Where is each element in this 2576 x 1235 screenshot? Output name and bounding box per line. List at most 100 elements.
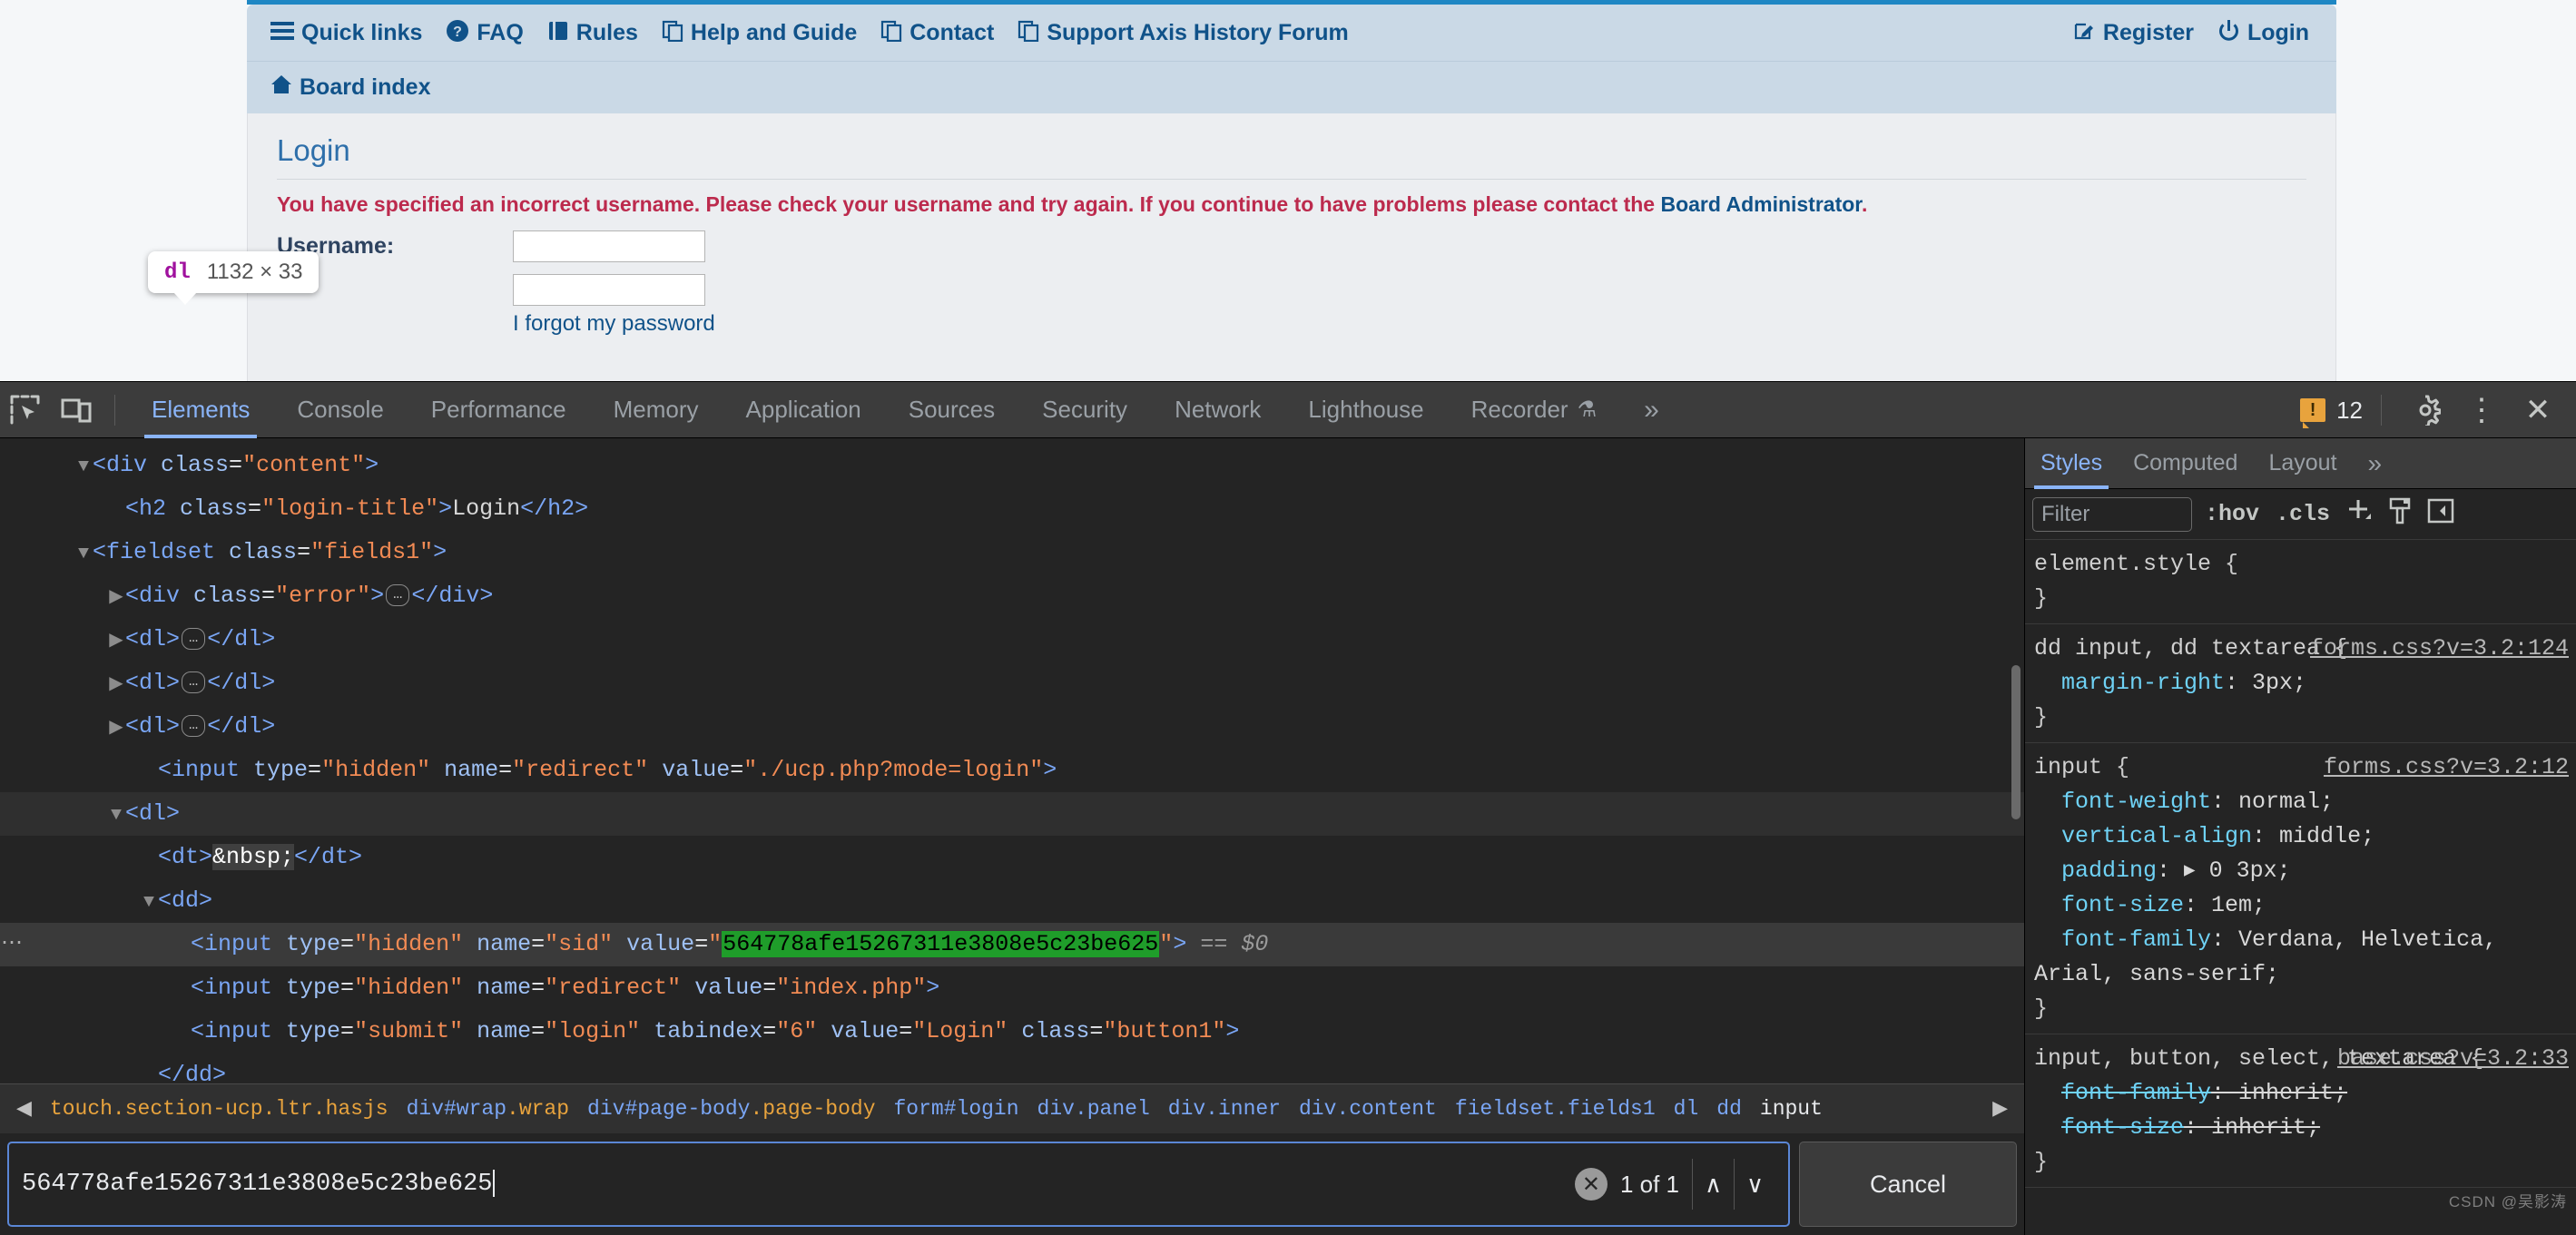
breadcrumb-item[interactable]: dd: [1707, 1097, 1751, 1121]
css-property[interactable]: font-weight: [2034, 789, 2211, 815]
password-input[interactable]: [513, 273, 705, 306]
nav-help-and-guide[interactable]: Help and Guide: [662, 20, 857, 46]
hov-toggle[interactable]: :hov: [2201, 501, 2263, 527]
breadcrumb-item[interactable]: div#wrap.wrap: [398, 1097, 578, 1121]
css-declaration[interactable]: font-family: inherit;: [2034, 1076, 2567, 1111]
dom-node-row[interactable]: ▶<dl>… </dl>: [0, 618, 2024, 662]
tab-memory[interactable]: Memory: [590, 382, 723, 438]
css-value[interactable]: : 3px;: [2225, 670, 2306, 696]
nav-quick-links[interactable]: Quick links: [270, 20, 422, 46]
breadcrumb-item[interactable]: fieldset.fields1: [1446, 1097, 1665, 1121]
dom-node-row[interactable]: <input type="hidden" name="redirect" val…: [0, 749, 2024, 792]
forgot-password-link[interactable]: I forgot my password: [277, 311, 2306, 337]
css-selector[interactable]: dd input, dd textarea: [2034, 635, 2320, 662]
tab-security[interactable]: Security: [1018, 382, 1151, 438]
twisty-icon[interactable]: ▶: [107, 576, 125, 620]
css-rule[interactable]: base.css?v=3.2:33 input, button, select, …: [2025, 1034, 2576, 1188]
kebab-menu-icon[interactable]: ⋮: [2456, 389, 2507, 431]
css-declaration[interactable]: font-weight: normal;: [2034, 785, 2567, 819]
breadcrumb-item[interactable]: dl: [1665, 1097, 1708, 1121]
nav-support-axis-history-forum[interactable]: Support Axis History Forum: [1018, 20, 1349, 46]
styles-tab-layout[interactable]: Layout: [2253, 438, 2352, 489]
tab-lighthouse[interactable]: Lighthouse: [1284, 382, 1447, 438]
styles-filter-input[interactable]: Filter: [2032, 496, 2192, 532]
dom-node-row[interactable]: <input type="submit" name="login" tabind…: [0, 1010, 2024, 1054]
css-selector[interactable]: input: [2034, 754, 2102, 780]
css-declaration[interactable]: vertical-align: middle;: [2034, 819, 2567, 854]
css-value[interactable]: : ▸ 0 3px;: [2157, 858, 2291, 884]
css-value[interactable]: : normal;: [2211, 789, 2334, 815]
breadcrumb-scroll-right[interactable]: ▶: [1983, 1097, 2017, 1121]
styles-tab-computed[interactable]: Computed: [2118, 438, 2253, 489]
search-prev-icon[interactable]: ∧: [1692, 1159, 1734, 1210]
css-declaration[interactable]: font-size: inherit;: [2034, 1111, 2567, 1145]
dom-node-row[interactable]: ⋯ <input type="hidden" name="sid" value="…: [0, 923, 2024, 966]
css-rule-source[interactable]: base.css?v=3.2:33: [2337, 1042, 2569, 1076]
twisty-icon[interactable]: ▼: [140, 881, 158, 925]
username-input[interactable]: [513, 230, 705, 262]
breadcrumb-item[interactable]: div.panel: [1028, 1097, 1159, 1121]
breadcrumb-scroll-left[interactable]: ◀: [7, 1097, 41, 1121]
tab-sources[interactable]: Sources: [885, 382, 1018, 438]
css-rule-source[interactable]: forms.css?v=3.2:12: [2324, 750, 2569, 785]
inspect-element-icon[interactable]: [0, 389, 51, 431]
gear-icon[interactable]: [2400, 389, 2451, 431]
css-rule[interactable]: element.style {}: [2025, 540, 2576, 624]
computed-styles-brush-icon[interactable]: [2384, 497, 2415, 531]
dom-node-row[interactable]: <input type="hidden" name="redirect" val…: [0, 966, 2024, 1010]
nav-faq[interactable]: ? FAQ: [446, 19, 524, 47]
cancel-button[interactable]: Cancel: [1799, 1142, 2017, 1227]
css-property[interactable]: font-family: [2034, 926, 2211, 953]
nav-register[interactable]: Register: [2073, 19, 2194, 46]
css-value[interactable]: : 1em;: [2184, 892, 2266, 918]
tab-performance[interactable]: Performance: [408, 382, 590, 438]
twisty-icon[interactable]: ▶: [107, 620, 125, 663]
cls-toggle[interactable]: .cls: [2272, 501, 2334, 527]
breadcrumb-item[interactable]: div.content: [1290, 1097, 1446, 1121]
search-input[interactable]: 564778afe15267311e3808e5c23be625 ✕ 1 of …: [7, 1142, 1790, 1227]
dom-node-row[interactable]: <dt>&nbsp;</dt>: [0, 836, 2024, 879]
dom-scrollbar[interactable]: [2011, 665, 2020, 819]
dom-node-row[interactable]: ▶<dl>… </dl>: [0, 662, 2024, 705]
css-declaration[interactable]: font-size: 1em;: [2034, 888, 2567, 923]
css-value[interactable]: : inherit;: [2184, 1114, 2320, 1141]
nav-contact[interactable]: Contact: [880, 20, 994, 46]
css-selector[interactable]: element.style: [2034, 551, 2211, 577]
css-property[interactable]: vertical-align: [2034, 823, 2252, 849]
twisty-icon[interactable]: ▼: [74, 446, 93, 489]
tab-recorder[interactable]: Recorder ⚗: [1448, 382, 1620, 438]
css-property[interactable]: font-size: [2034, 892, 2184, 918]
css-value[interactable]: : middle;: [2252, 823, 2374, 849]
toggle-sidebar-icon[interactable]: [2424, 497, 2457, 531]
dom-node-row[interactable]: <h2 class="login-title">Login</h2>: [0, 487, 2024, 531]
dom-node-row[interactable]: ▼ <fieldset class="fields1">: [0, 531, 2024, 574]
board-administrator-link[interactable]: Board Administrator: [1660, 192, 1862, 216]
dom-node-row[interactable]: ▼ <dl>: [0, 792, 2024, 836]
dom-node-row[interactable]: ▼ <dd>: [0, 879, 2024, 923]
styles-tab-styles[interactable]: Styles: [2025, 438, 2118, 489]
clear-search-icon[interactable]: ✕: [1574, 1168, 1608, 1201]
css-property[interactable]: margin-right: [2034, 670, 2225, 696]
device-toolbar-icon[interactable]: [51, 389, 102, 431]
css-value[interactable]: : inherit;: [2211, 1080, 2347, 1106]
twisty-icon[interactable]: ▼: [74, 533, 93, 576]
nav-rules[interactable]: Rules: [547, 20, 638, 46]
breadcrumb-item[interactable]: touch.section-ucp.ltr.hasjs: [41, 1097, 398, 1121]
twisty-icon[interactable]: ▶: [107, 663, 125, 707]
tab-network[interactable]: Network: [1151, 382, 1284, 438]
css-property[interactable]: font-family: [2034, 1080, 2211, 1106]
css-rule-source[interactable]: forms.css?v=3.2:124: [2310, 632, 2569, 666]
css-property[interactable]: font-size: [2034, 1114, 2184, 1141]
twisty-icon[interactable]: ▼: [107, 794, 125, 838]
tab-elements[interactable]: Elements: [128, 382, 273, 438]
warning-count-badge[interactable]: ! 12: [2300, 397, 2363, 428]
css-declaration[interactable]: font-family: Verdana, Helvetica, Arial, …: [2034, 923, 2567, 992]
css-property[interactable]: padding: [2034, 858, 2157, 884]
dom-node-row[interactable]: ▼ <div class="content">: [0, 444, 2024, 487]
dom-node-row[interactable]: ▶<dl>… </dl>: [0, 705, 2024, 749]
breadcrumb-item[interactable]: form#login: [885, 1097, 1028, 1121]
css-declaration[interactable]: margin-right: 3px;: [2034, 666, 2567, 701]
tab-console[interactable]: Console: [273, 382, 407, 438]
breadcrumb-item[interactable]: div#page-body.page-body: [578, 1097, 884, 1121]
styles-more-tabs-icon[interactable]: »: [2353, 438, 2398, 489]
